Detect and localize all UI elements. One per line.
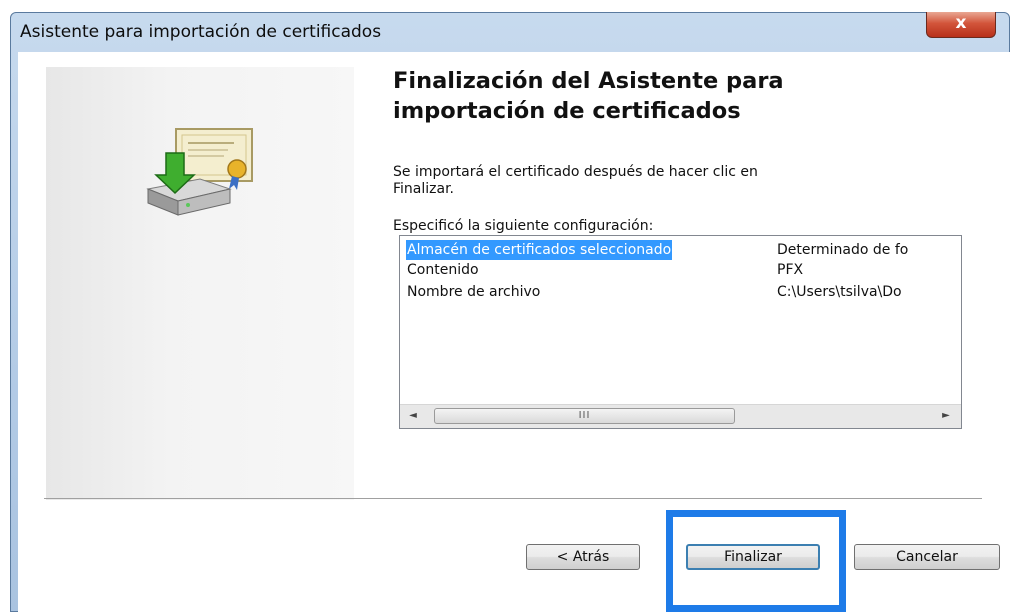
scrollbar-grip-icon: III (578, 410, 591, 421)
settings-label: Especificó la siguiente configuración: (393, 218, 654, 234)
setting-name: Almacén de certificados seleccionado (406, 240, 673, 260)
page-title-line-1: Finalización del Asistente para (393, 68, 784, 94)
page-description: Se importará el certificado después de h… (393, 164, 913, 198)
setting-value: Determinado de fo (777, 242, 909, 258)
wizard-page: Finalización del Asistente para importac… (18, 52, 1012, 612)
setting-name: Nombre de archivo (407, 284, 541, 300)
page-title-line-2: importación de certificados (393, 98, 741, 124)
setting-name: Contenido (407, 262, 479, 278)
list-item[interactable]: Nombre de archivo C:\Users\tsilva\Do (400, 282, 961, 302)
button-separator (44, 498, 982, 499)
cancel-button[interactable]: Cancelar (854, 544, 1000, 570)
horizontal-scrollbar[interactable]: ◄ III ► (400, 404, 961, 428)
window-title: Asistente para importación de certificad… (20, 22, 382, 42)
scrollbar-thumb[interactable]: III (434, 408, 735, 424)
description-line-1: Se importará el certificado después de h… (393, 164, 758, 180)
close-button[interactable]: x (926, 12, 996, 38)
list-item[interactable]: Almacén de certificados seleccionado Det… (400, 240, 961, 260)
certificate-import-icon (146, 128, 253, 216)
scroll-left-icon[interactable]: ◄ (406, 409, 420, 423)
title-bar[interactable]: Asistente para importación de certificad… (10, 12, 1010, 54)
wizard-side-panel (46, 67, 354, 500)
setting-value: PFX (777, 262, 804, 278)
back-button[interactable]: < Atrás (526, 544, 640, 570)
scroll-right-icon[interactable]: ► (939, 409, 953, 423)
list-item[interactable]: Contenido PFX (400, 260, 961, 280)
finish-highlight-box (666, 510, 846, 612)
settings-list[interactable]: Almacén de certificados seleccionado Det… (399, 235, 962, 429)
setting-value: C:\Users\tsilva\Do (777, 284, 902, 300)
description-line-2: Finalizar. (393, 181, 455, 197)
page-title: Finalización del Asistente para importac… (393, 66, 784, 126)
close-icon: x (955, 13, 967, 33)
